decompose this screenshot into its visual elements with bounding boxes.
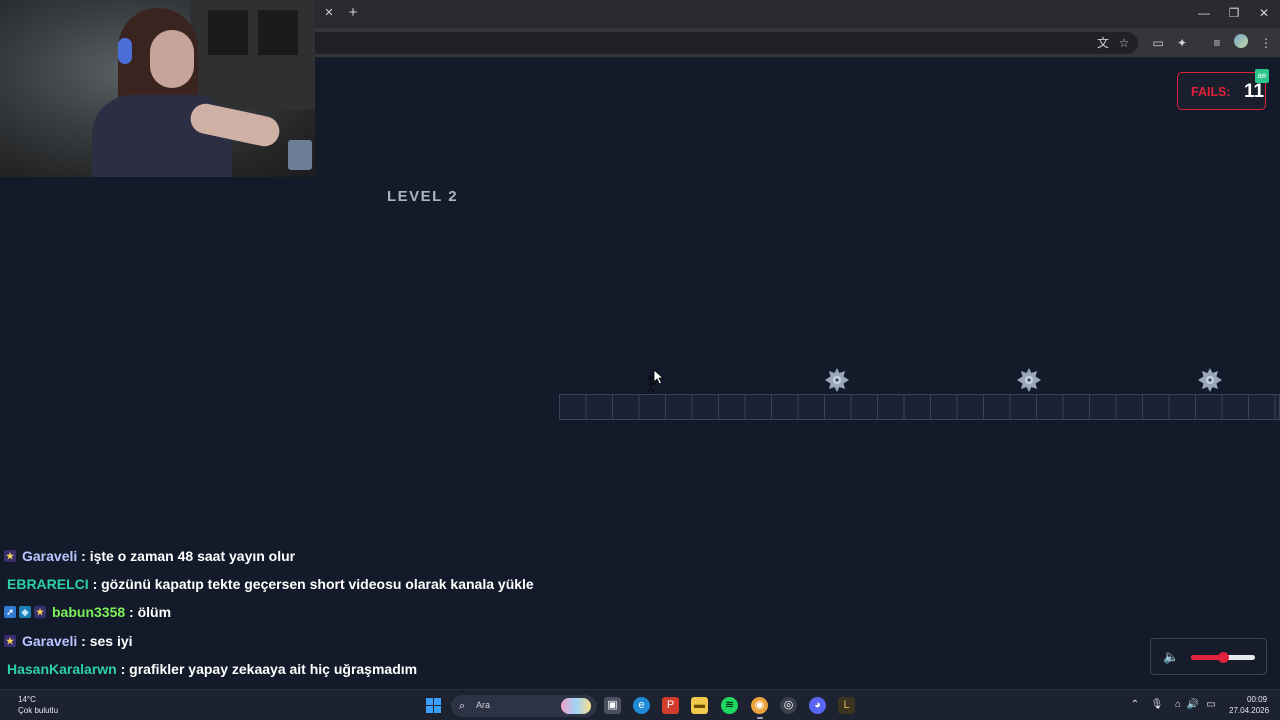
chat-username[interactable]: HasanKaralarwn xyxy=(7,661,117,677)
volume-control: 🔈 xyxy=(1150,638,1267,675)
extensions-icon[interactable]: ✦ xyxy=(1173,34,1191,52)
star-badge-icon: ★ xyxy=(4,634,16,647)
microphone-icon[interactable]: 🎙 xyxy=(1150,698,1164,712)
chat-username[interactable]: Garaveli xyxy=(22,548,77,564)
fails-counter: FAILS: 11 xyxy=(1177,72,1266,110)
windows-start-icon[interactable] xyxy=(425,697,442,714)
chat-text: : ölüm xyxy=(129,604,172,621)
chat-text: : gözünü kapatıp tekte geçersen short vi… xyxy=(92,576,534,593)
windows-taskbar: 14°C Çok bulutlu ⌕ Ara ▣ e P ▬ ≋ ◉ ◎ ◕ L… xyxy=(0,689,1280,720)
new-tab-button[interactable]: + xyxy=(345,5,361,21)
reading-mode-icon[interactable]: ▭ xyxy=(1149,34,1167,52)
weather-temperature[interactable]: 14°C xyxy=(18,695,36,704)
extension-badge: ae xyxy=(1255,69,1269,83)
chat-message: ➚ ◆ ★ babun3358 : ölüm xyxy=(4,598,604,626)
discord-icon[interactable]: ◕ xyxy=(809,697,826,714)
star-badge-icon: ★ xyxy=(4,550,16,563)
weather-description[interactable]: Çok bulutlu xyxy=(18,706,58,715)
chat-username[interactable]: Garaveli xyxy=(22,633,77,649)
floor-platform xyxy=(559,394,1280,420)
task-view-icon[interactable]: ▣ xyxy=(604,697,621,714)
show-hidden-icons-icon[interactable]: ⌃ xyxy=(1128,698,1142,712)
star-icon[interactable]: ☆ xyxy=(1115,34,1133,52)
chat-username[interactable]: EBRARELCI xyxy=(7,576,89,592)
spotify-icon[interactable]: ≋ xyxy=(721,697,738,714)
speaker-tray-icon[interactable]: 🔊 xyxy=(1186,698,1200,712)
menu-icon[interactable]: ⋮ xyxy=(1257,34,1275,52)
translate-icon[interactable]: 文 xyxy=(1094,34,1112,52)
spike-saw-icon xyxy=(1017,368,1041,392)
network-icon[interactable]: ⌂ xyxy=(1171,698,1185,712)
chat-message: EBRARELCI : gözünü kapatıp tekte geçerse… xyxy=(4,570,604,598)
volume-slider-knob[interactable] xyxy=(1218,652,1229,663)
league-client-icon[interactable]: L xyxy=(838,697,855,714)
chat-message: ★ Garaveli : ses iyi xyxy=(4,627,604,655)
chat-text: : işte o zaman 48 saat yayın olur xyxy=(81,548,296,565)
fails-label: FAILS: xyxy=(1191,85,1231,99)
chrome-icon[interactable]: ◉ xyxy=(751,697,768,714)
search-icon: ⌕ xyxy=(459,700,466,712)
star-badge-icon: ★ xyxy=(34,606,46,619)
pdf-app-icon[interactable]: P xyxy=(662,697,679,714)
close-window-button[interactable]: ✕ xyxy=(1256,5,1272,21)
arrow-badge-icon: ➚ xyxy=(4,606,16,619)
maximize-window-button[interactable]: ❐ xyxy=(1226,5,1242,21)
search-placeholder: Ara xyxy=(476,700,491,710)
search-highlight-icon xyxy=(561,698,591,714)
spike-saw-icon xyxy=(1198,368,1222,392)
mouse-cursor-icon xyxy=(653,369,665,385)
cube-badge-icon: ◆ xyxy=(19,606,31,619)
chat-text: : grafikler yapay zekaaya ait hiç uğraşm… xyxy=(120,660,418,677)
profile-icon[interactable] xyxy=(1234,34,1248,48)
edge-icon[interactable]: e xyxy=(633,697,650,714)
chat-text: : ses iyi xyxy=(81,632,133,649)
chat-overlay: ★ Garaveli : işte o zaman 48 saat yayın … xyxy=(4,542,604,683)
running-indicator xyxy=(757,717,763,719)
headset-icon xyxy=(118,38,132,64)
minimize-window-button[interactable]: — xyxy=(1196,5,1212,21)
speaker-icon[interactable]: 🔈 xyxy=(1163,649,1181,665)
file-explorer-icon[interactable]: ▬ xyxy=(691,697,708,714)
chat-message: HasanKaralarwn : grafikler yapay zekaaya… xyxy=(4,655,604,683)
chat-message: ★ Garaveli : işte o zaman 48 saat yayın … xyxy=(4,542,604,570)
chat-username[interactable]: babun3358 xyxy=(52,604,125,620)
clock-date[interactable]: 27.04.2026 xyxy=(1229,706,1269,715)
app-icon[interactable]: ◎ xyxy=(780,697,797,714)
close-tab-icon[interactable]: ✕ xyxy=(322,6,336,20)
taskbar-search-box[interactable]: ⌕ Ara xyxy=(451,695,597,717)
fails-count: 11 xyxy=(1244,81,1265,102)
volume-slider[interactable] xyxy=(1191,652,1255,663)
clock-time[interactable]: 00:09 xyxy=(1247,695,1267,704)
battery-icon[interactable]: ▭ xyxy=(1204,698,1218,712)
spike-saw-icon xyxy=(825,368,849,392)
webcam-overlay xyxy=(0,0,315,177)
level-title: LEVEL 2 xyxy=(387,188,459,205)
media-icon[interactable]: ≡ xyxy=(1208,34,1226,52)
